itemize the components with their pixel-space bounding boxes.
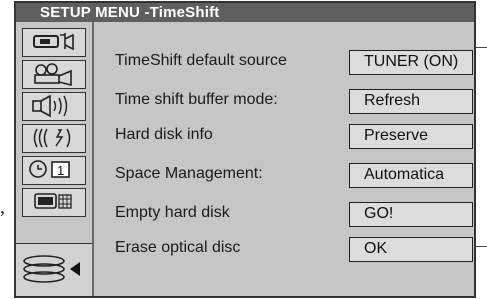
sidebar-item-timeshift[interactable]: [16, 243, 92, 296]
film-projector-icon: [34, 63, 72, 87]
video-camera-icon: [33, 33, 74, 51]
margin-tick-mark: [476, 47, 487, 48]
setting-label-hard-disk-info: Hard disk info: [115, 126, 213, 143]
selection-pointer-icon: [70, 262, 80, 276]
keypad-icon: [34, 193, 72, 209]
menu-title: SETUP MENU -TimeShift: [16, 3, 474, 22]
timer-badge-number: 1: [57, 163, 64, 178]
setting-value-empty-hard-disk[interactable]: GO!: [349, 202, 473, 227]
sidebar-item-picture[interactable]: [22, 60, 86, 89]
setting-value-buffer-mode[interactable]: Refresh: [349, 89, 473, 114]
setting-value-hard-disk-info[interactable]: Preserve: [349, 124, 473, 149]
sidebar-item-signal[interactable]: [22, 124, 86, 153]
sidebar-item-video[interactable]: [22, 28, 86, 57]
sidebar-item-system[interactable]: [22, 188, 86, 217]
sidebar-item-timer[interactable]: 1: [22, 156, 86, 185]
setting-label-timeshift-source: TimeShift default source: [115, 52, 287, 69]
sidebar-item-audio[interactable]: [22, 92, 86, 121]
satellite-signal-icon: [33, 128, 71, 148]
clock-timer-icon: 1: [29, 160, 70, 178]
setting-label-empty-hard-disk: Empty hard disk: [115, 204, 230, 221]
hard-disk-icon: [23, 255, 80, 283]
setting-label-erase-optical-disc: Erase optical disc: [115, 239, 241, 256]
setting-value-timeshift-source[interactable]: TUNER (ON): [349, 50, 473, 75]
setting-value-space-management[interactable]: Automatica: [349, 163, 473, 188]
margin-tick-mark: [476, 246, 487, 247]
speaker-icon: [32, 94, 68, 118]
sidebar-divider: [92, 22, 94, 296]
sidebar: 1: [16, 22, 92, 296]
setting-label-space-management: Space Management:: [115, 165, 263, 182]
setting-label-buffer-mode: Time shift buffer mode:: [115, 91, 278, 108]
setup-menu-screen: SETUP MENU -TimeShift 1 TimeShift defaul…: [14, 1, 476, 298]
setting-value-erase-optical-disc[interactable]: OK: [349, 237, 473, 262]
